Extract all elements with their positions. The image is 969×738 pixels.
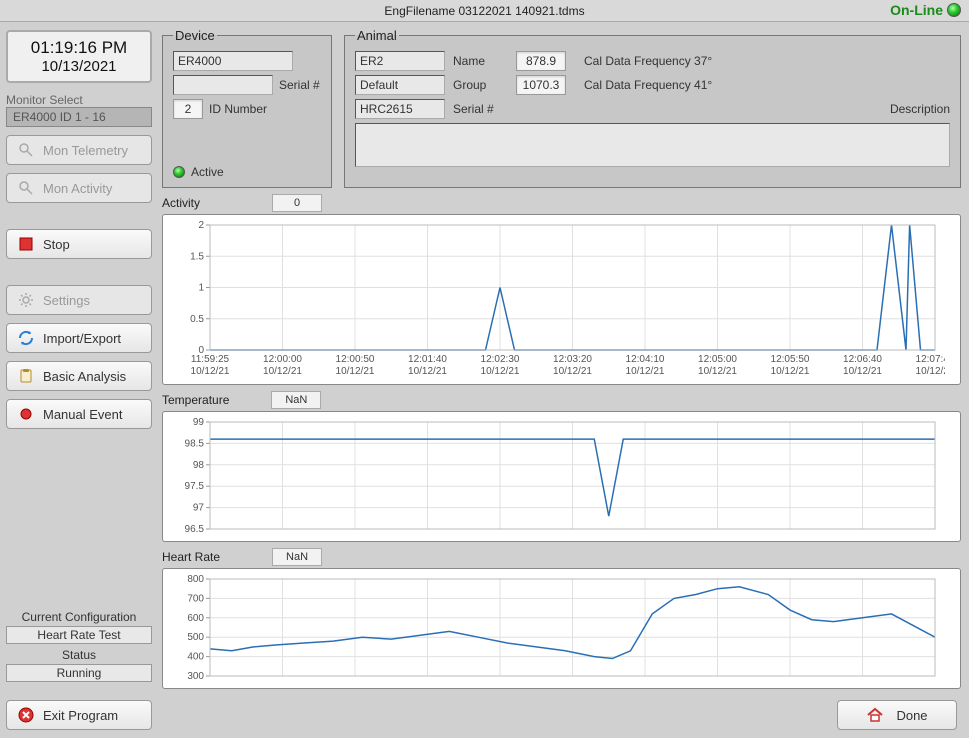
refresh-icon — [17, 329, 35, 347]
import-export-button[interactable]: Import/Export — [6, 323, 152, 353]
svg-text:10/12/21: 10/12/21 — [698, 366, 737, 377]
stop-button[interactable]: Stop — [6, 229, 152, 259]
svg-text:0.5: 0.5 — [190, 314, 204, 325]
cal37-field[interactable]: 878.9 — [516, 51, 566, 71]
device-panel: Device ER4000 Serial # 2 ID Number Activ… — [162, 28, 332, 188]
svg-text:12:06:40: 12:06:40 — [843, 354, 882, 365]
close-icon — [17, 706, 35, 724]
status-led-icon — [947, 3, 961, 17]
clock-time: 01:19:16 PM — [10, 38, 148, 58]
svg-text:10/12/21: 10/12/21 — [336, 366, 375, 377]
svg-text:1: 1 — [198, 283, 204, 294]
svg-text:10/12/21: 10/12/21 — [263, 366, 302, 377]
animal-serial-field[interactable]: HRC2615 — [355, 99, 445, 119]
exit-program-button[interactable]: Exit Program — [6, 700, 152, 730]
magnifier-icon — [17, 141, 35, 159]
activity-chart-section: Activity 0 00.511.5211:59:2510/12/2112:0… — [162, 194, 961, 385]
svg-text:400: 400 — [187, 652, 204, 663]
svg-text:97: 97 — [193, 503, 205, 514]
connection-status: On-Line — [890, 2, 961, 18]
activity-value: 0 — [272, 194, 322, 212]
activity-chart[interactable]: 00.511.5211:59:2510/12/2112:00:0010/12/2… — [165, 217, 945, 382]
device-name-field[interactable]: ER4000 — [173, 51, 293, 71]
svg-text:12:04:10: 12:04:10 — [626, 354, 665, 365]
clock: 01:19:16 PM 10/13/2021 — [6, 30, 152, 83]
temperature-chart-section: Temperature NaN 96.59797.59898.599 — [162, 391, 961, 542]
svg-text:96.5: 96.5 — [185, 524, 205, 535]
svg-text:97.5: 97.5 — [185, 481, 205, 492]
sidebar: 01:19:16 PM 10/13/2021 Monitor Select ER… — [0, 22, 158, 738]
svg-text:10/12/21: 10/12/21 — [191, 366, 230, 377]
svg-text:12:02:30: 12:02:30 — [481, 354, 520, 365]
monitor-select[interactable]: ER4000 ID 1 - 16 — [6, 107, 152, 127]
temperature-chart[interactable]: 96.5 97 97.5 98 98.5 99 — [165, 414, 945, 539]
config-name: Heart Rate Test — [6, 626, 152, 644]
svg-text:98: 98 — [193, 460, 205, 471]
svg-text:10/12/21: 10/12/21 — [843, 366, 882, 377]
svg-text:12:07:45: 12:07:45 — [916, 354, 945, 365]
svg-text:300: 300 — [187, 671, 204, 682]
svg-text:98.5: 98.5 — [185, 438, 205, 449]
clock-date: 10/13/2021 — [10, 58, 148, 75]
monitor-select-label: Monitor Select — [6, 93, 152, 107]
svg-text:2: 2 — [198, 220, 204, 231]
svg-text:10/12/21: 10/12/21 — [481, 366, 520, 377]
svg-text:11:59:25: 11:59:25 — [191, 354, 230, 365]
device-id-field[interactable]: 2 — [173, 99, 203, 119]
animal-group-field[interactable]: Default — [355, 75, 445, 95]
animal-name-field[interactable]: ER2 — [355, 51, 445, 71]
magnifier-icon — [17, 179, 35, 197]
mon-activity-button[interactable]: Mon Activity — [6, 173, 152, 203]
config-status: Running — [6, 664, 152, 682]
record-icon — [17, 405, 35, 423]
filename: EngFilename 03122021 140921.tdms — [384, 4, 584, 18]
done-button[interactable]: Done — [837, 700, 957, 730]
svg-text:600: 600 — [187, 613, 204, 624]
heartrate-value: NaN — [272, 548, 322, 566]
svg-text:10/12/21: 10/12/21 — [408, 366, 447, 377]
manual-event-button[interactable]: Manual Event — [6, 399, 152, 429]
title-bar: EngFilename 03122021 140921.tdms On-Line — [0, 0, 969, 22]
svg-text:10/12/21: 10/12/21 — [626, 366, 665, 377]
config-block: Current Configuration Heart Rate Test St… — [6, 610, 152, 682]
heartrate-chart-section: Heart Rate NaN 300400500600700800 — [162, 548, 961, 689]
clipboard-icon — [17, 367, 35, 385]
svg-text:10/12/21: 10/12/21 — [771, 366, 810, 377]
cal41-field[interactable]: 1070.3 — [516, 75, 566, 95]
home-icon — [866, 706, 884, 724]
content-area: Device ER4000 Serial # 2 ID Number Activ… — [158, 22, 969, 738]
svg-text:12:03:20: 12:03:20 — [553, 354, 592, 365]
animal-panel: Animal ER2 Name 878.9 Cal Data Frequency… — [344, 28, 961, 188]
settings-button[interactable]: Settings — [6, 285, 152, 315]
device-serial-field[interactable] — [173, 75, 273, 95]
svg-text:12:05:50: 12:05:50 — [771, 354, 810, 365]
active-led-icon — [173, 166, 185, 178]
svg-text:12:00:50: 12:00:50 — [336, 354, 375, 365]
stop-icon — [17, 235, 35, 253]
svg-text:12:00:00: 12:00:00 — [263, 354, 302, 365]
svg-text:99: 99 — [193, 417, 205, 428]
svg-text:500: 500 — [187, 632, 204, 643]
animal-description-field[interactable] — [355, 123, 950, 167]
svg-text:10/12/21: 10/12/21 — [916, 366, 945, 377]
svg-text:700: 700 — [187, 593, 204, 604]
gear-icon — [17, 291, 35, 309]
svg-text:12:01:40: 12:01:40 — [408, 354, 447, 365]
svg-text:1.5: 1.5 — [190, 251, 204, 262]
svg-text:10/12/21: 10/12/21 — [553, 366, 592, 377]
svg-text:12:05:00: 12:05:00 — [698, 354, 737, 365]
heartrate-chart[interactable]: 300 400 500 600 700 800 — [165, 571, 945, 686]
basic-analysis-button[interactable]: Basic Analysis — [6, 361, 152, 391]
svg-text:800: 800 — [187, 574, 204, 585]
temperature-value: NaN — [271, 391, 321, 409]
mon-telemetry-button[interactable]: Mon Telemetry — [6, 135, 152, 165]
